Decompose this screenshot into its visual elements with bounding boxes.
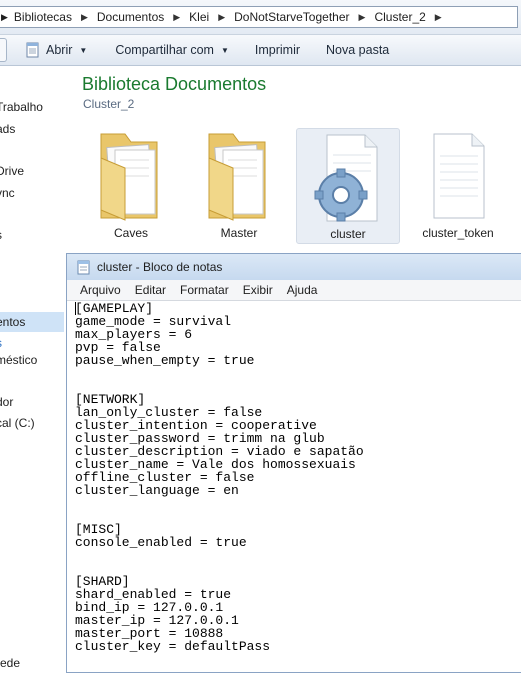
print-label: Imprimir bbox=[254, 43, 301, 57]
nav-item-computer[interactable]: dor bbox=[0, 395, 13, 409]
text-file-icon bbox=[433, 133, 485, 219]
menu-ajuda[interactable]: Ajuda bbox=[280, 283, 325, 297]
chevron-right-icon[interactable]: ▶ bbox=[74, 12, 95, 23]
chevron-right-icon[interactable]: ▶ bbox=[211, 12, 232, 23]
address-bar[interactable]: ▶ Bibliotecas ▶ Documentos ▶ Klei ▶ DoNo… bbox=[0, 6, 518, 28]
share-with-button[interactable]: Compartilhar com ▼ bbox=[107, 39, 237, 61]
nav-item-drive[interactable]: Drive bbox=[0, 164, 24, 178]
chevron-down-icon: ▼ bbox=[79, 45, 88, 55]
library-title: Biblioteca Documentos bbox=[82, 74, 267, 94]
file-name: cluster_token bbox=[422, 226, 494, 240]
new-folder-label: Nova pasta bbox=[326, 43, 390, 57]
library-content: Biblioteca Documentos Cluster_2 Caves Ma… bbox=[64, 66, 521, 250]
nav-item-downloads[interactable]: ads bbox=[0, 122, 15, 136]
chevron-down-icon: ▼ bbox=[220, 45, 229, 55]
breadcrumb-overflow-chevron[interactable]: ▶ bbox=[0, 12, 12, 23]
notepad-line: console_enabled = true bbox=[75, 535, 247, 550]
notepad-title: cluster - Bloco de notas bbox=[97, 260, 223, 274]
breadcrumb-documentos[interactable]: Documentos bbox=[95, 10, 166, 24]
notepad-line: cluster_key = defaultPass bbox=[75, 639, 271, 654]
notepad-menubar: Arquivo Editar Formatar Exibir Ajuda bbox=[67, 280, 521, 301]
command-bar: Abrir ▼ Compartilhar com ▼ Imprimir Nova… bbox=[0, 35, 521, 66]
file-name: cluster bbox=[330, 227, 366, 241]
notepad-line bbox=[75, 367, 521, 380]
notepad-line bbox=[75, 510, 521, 523]
notepad-line: pause_when_empty = true bbox=[75, 353, 255, 368]
text-cursor bbox=[75, 302, 76, 315]
nav-item-homegroup[interactable]: méstico bbox=[0, 353, 37, 367]
address-bar-area: ▶ Bibliotecas ▶ Documentos ▶ Klei ▶ DoNo… bbox=[0, 0, 521, 35]
library-subtitle: Cluster_2 bbox=[83, 97, 135, 111]
organize-button-edge[interactable] bbox=[0, 38, 7, 62]
menu-editar[interactable]: Editar bbox=[128, 283, 173, 297]
nav-item-network[interactable]: rede bbox=[0, 656, 20, 668]
breadcrumb-cluster-2[interactable]: Cluster_2 bbox=[372, 10, 427, 24]
nav-item-images[interactable]: s bbox=[0, 336, 2, 350]
breadcrumb-klei[interactable]: Klei bbox=[187, 10, 211, 24]
new-folder-button[interactable]: Nova pasta bbox=[318, 39, 397, 61]
settings-file-icon bbox=[314, 134, 378, 222]
nav-item-trabalho[interactable]: Trabalho bbox=[0, 100, 43, 114]
file-item-caves[interactable]: Caves bbox=[81, 128, 181, 244]
print-button[interactable]: Imprimir bbox=[247, 39, 308, 61]
breadcrumb-bibliotecas[interactable]: Bibliotecas bbox=[12, 10, 74, 24]
breadcrumb-donotstarvetogether[interactable]: DoNotStarveTogether bbox=[232, 10, 351, 24]
file-item-master[interactable]: Master bbox=[189, 128, 289, 244]
folder-icon bbox=[100, 133, 158, 221]
notepad-titlebar[interactable]: cluster - Bloco de notas bbox=[67, 254, 521, 280]
notepad-window[interactable]: cluster - Bloco de notas Arquivo Editar … bbox=[66, 253, 521, 673]
file-item-cluster[interactable]: cluster bbox=[296, 128, 400, 244]
menu-arquivo[interactable]: Arquivo bbox=[73, 283, 128, 297]
nav-item-documentos[interactable]: entos bbox=[0, 315, 25, 329]
notepad-line bbox=[75, 549, 521, 562]
notepad-line bbox=[75, 562, 521, 575]
file-item-cluster-token[interactable]: cluster_token bbox=[404, 128, 512, 244]
notepad-icon bbox=[77, 260, 90, 275]
notepad-text-area[interactable]: [GAMEPLAY] game_mode = survival max_player… bbox=[75, 302, 521, 653]
menu-exibir[interactable]: Exibir bbox=[236, 283, 280, 297]
nav-item-libraries[interactable]: s bbox=[0, 228, 2, 242]
folder-icon bbox=[208, 133, 266, 221]
open-app-icon bbox=[26, 42, 39, 58]
file-name: Master bbox=[220, 226, 258, 240]
share-with-label: Compartilhar com bbox=[115, 43, 214, 57]
chevron-right-icon[interactable]: ▶ bbox=[352, 12, 373, 23]
open-button-label: Abrir bbox=[46, 43, 73, 57]
notepad-line bbox=[75, 497, 521, 510]
menu-formatar[interactable]: Formatar bbox=[173, 283, 236, 297]
file-name: Caves bbox=[113, 226, 148, 240]
chevron-right-icon[interactable]: ▶ bbox=[166, 12, 187, 23]
chevron-right-icon[interactable]: ▶ bbox=[428, 12, 449, 23]
notepad-line: cluster_language = en bbox=[75, 483, 239, 498]
navigation-pane[interactable]: Trabalho ads Drive ync s entos s méstico… bbox=[0, 66, 64, 668]
open-button[interactable]: Abrir ▼ bbox=[17, 39, 95, 61]
nav-item-sync[interactable]: ync bbox=[0, 186, 15, 200]
nav-item-local-disk[interactable]: cal (C:) bbox=[0, 416, 35, 430]
